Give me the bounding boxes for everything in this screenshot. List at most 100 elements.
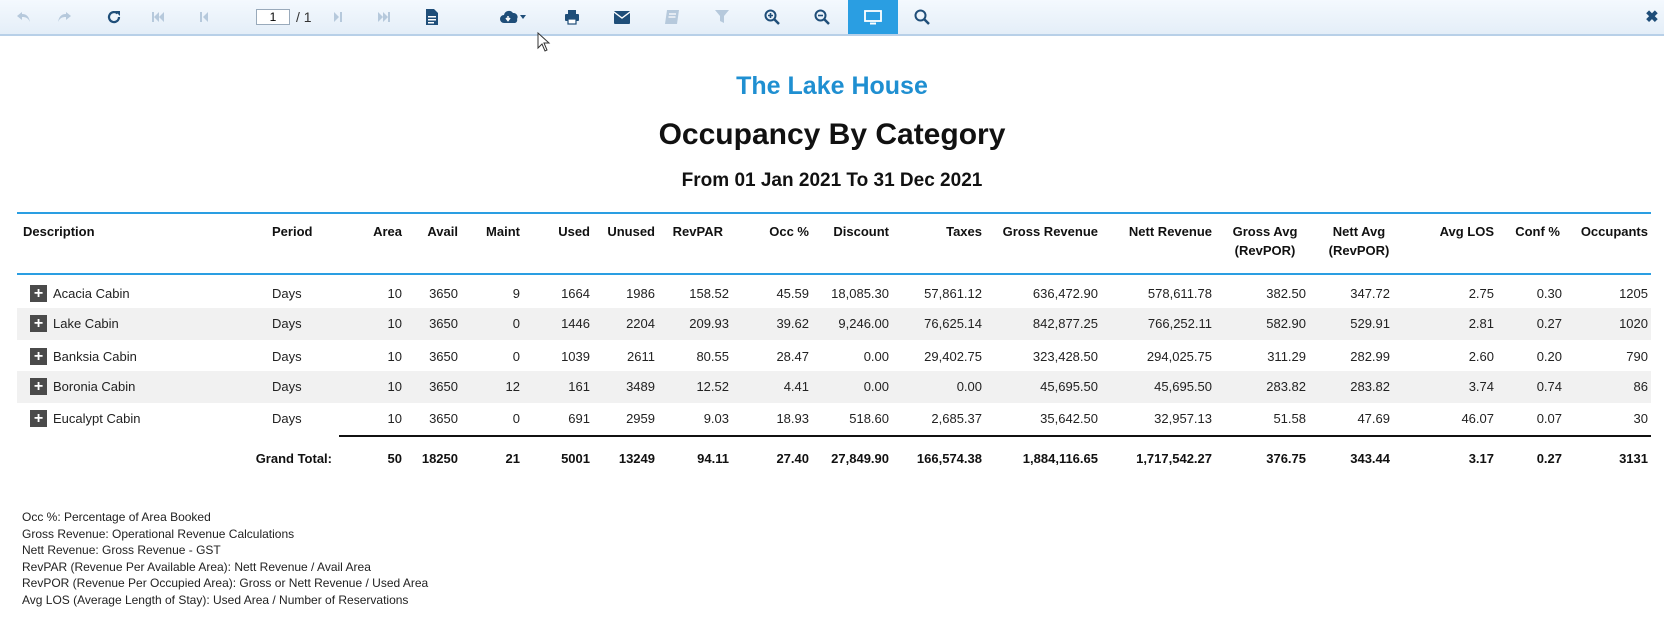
print-icon (565, 10, 579, 25)
search-icon (914, 9, 930, 25)
cell-revpar: 158.52 (689, 286, 729, 301)
cell-description: Lake Cabin (53, 316, 119, 331)
note-line: Avg LOS (Average Length of Stay): Used A… (22, 592, 409, 607)
first-page-icon (152, 12, 164, 22)
cell-occupants: 790 (1626, 349, 1648, 364)
col-unused: Unused (607, 224, 655, 239)
first-page-button[interactable] (134, 0, 182, 34)
col-revpar: RevPAR (672, 224, 723, 239)
cell-revpar: 209.93 (689, 316, 729, 331)
filter-button[interactable] (698, 0, 746, 34)
viewer-toolbar: / 1 ✖ (0, 0, 1664, 36)
view-mode-icon (864, 9, 882, 24)
document-icon (426, 9, 438, 25)
page-navigator: / 1 (256, 8, 312, 26)
cell-period: Days (272, 411, 302, 426)
report-date-range: From 01 Jan 2021 To 31 Dec 2021 (681, 170, 983, 191)
note-line: Occ %: Percentage of Area Booked (22, 510, 211, 524)
total-discount: 27,849.90 (831, 451, 889, 466)
print-button[interactable] (548, 0, 596, 34)
cell-occ: 18.93 (776, 411, 809, 426)
col-discount: Discount (833, 224, 889, 239)
cell-nett-avg: 47.69 (1357, 411, 1390, 426)
bookmark-icon (665, 10, 679, 24)
cell-occupants: 1020 (1619, 316, 1648, 331)
close-button[interactable]: ✖ (1640, 0, 1664, 34)
next-page-icon (334, 12, 342, 22)
cell-nett-avg: 529.91 (1350, 316, 1390, 331)
cell-nett-avg: 347.72 (1350, 286, 1390, 301)
col-occ: Occ % (769, 224, 809, 239)
cell-nett-revenue: 32,957.13 (1154, 411, 1212, 426)
cell-description: Eucalypt Cabin (53, 411, 141, 426)
note-line: RevPOR (Revenue Per Occupied Area): Gros… (22, 576, 429, 590)
refresh-button[interactable] (90, 0, 138, 34)
export-button[interactable] (488, 0, 540, 34)
cell-nett-avg: 283.82 (1350, 379, 1390, 394)
expand-row-icon[interactable]: + (30, 285, 47, 302)
cell-gross-avg: 382.50 (1266, 286, 1306, 301)
cell-description: Banksia Cabin (53, 349, 137, 364)
prev-page-button[interactable] (180, 0, 228, 34)
expand-row-icon[interactable]: + (30, 378, 47, 395)
col-nett-revenue: Nett Revenue (1128, 224, 1212, 239)
expand-row-icon[interactable]: + (30, 410, 47, 427)
last-page-button[interactable] (360, 0, 408, 34)
total-gross-revenue: 1,884,116.65 (1022, 451, 1098, 466)
zoom-in-button[interactable] (748, 0, 796, 34)
note-line: RevPAR (Revenue Per Available Area): Net… (22, 559, 371, 574)
view-mode-button[interactable] (848, 0, 898, 34)
cell-occ: 39.62 (776, 316, 809, 331)
zoom-out-button[interactable] (798, 0, 846, 34)
total-nett-avg: 343.44 (1350, 451, 1390, 466)
zoom-out-icon (814, 9, 830, 25)
zoom-in-icon (764, 9, 780, 25)
cell-revpar: 12.52 (696, 379, 729, 394)
expand-row-icon[interactable]: + (30, 315, 47, 332)
cell-gross-revenue: 636,472.90 (1032, 286, 1098, 301)
col-avail: Avail (427, 224, 458, 239)
cell-conf: 0.07 (1536, 411, 1562, 426)
cell-occ: 28.47 (776, 349, 809, 364)
redo-button[interactable] (40, 0, 88, 34)
page-number-input[interactable] (256, 9, 290, 25)
cell-nett-revenue: 578,611.78 (1147, 286, 1212, 301)
cell-taxes: 0.00 (956, 379, 982, 394)
next-page-button[interactable] (314, 0, 362, 34)
undo-icon (17, 12, 30, 22)
col-description: Description (23, 224, 95, 239)
cell-description: Boronia Cabin (53, 379, 136, 394)
note-line: Gross Revenue: Operational Revenue Calcu… (22, 526, 295, 541)
email-button[interactable] (598, 0, 646, 34)
redo-icon (58, 12, 71, 22)
prev-page-icon (200, 12, 208, 22)
col-nett-avg: Nett Avg (RevPOR) (1328, 224, 1390, 258)
cell-occupants: 86 (1633, 379, 1648, 394)
document-button[interactable] (408, 0, 456, 34)
last-page-icon (378, 12, 390, 22)
cell-nett-revenue: 294,025.75 (1146, 349, 1212, 364)
cell-taxes: 2,685.37 (931, 411, 982, 426)
bookmarks-button[interactable] (648, 0, 696, 34)
refresh-icon (107, 10, 121, 24)
cell-gross-avg: 51.58 (1273, 411, 1306, 426)
cell-gross-avg: 582.90 (1266, 316, 1306, 331)
col-avg-los: Avg LOS (1439, 224, 1494, 239)
cell-period: Days (272, 379, 302, 394)
cell-nett-revenue: 766,252.11 (1147, 316, 1212, 331)
search-button[interactable] (898, 0, 946, 34)
header-top-rule (17, 212, 1651, 214)
cell-gross-avg: 283.82 (1266, 379, 1306, 394)
cell-discount: 0.00 (863, 349, 889, 364)
expand-row-icon[interactable]: + (30, 348, 47, 365)
cell-period: Days (272, 316, 302, 331)
cell-occupants: 30 (1633, 411, 1648, 426)
total-occupants: 3131 (1619, 451, 1648, 466)
col-maint: Maint (486, 224, 520, 239)
cell-description: Acacia Cabin (53, 286, 130, 301)
cell-discount: 518.60 (849, 411, 889, 426)
col-conf: Conf % (1515, 224, 1560, 239)
cell-conf: 0.30 (1536, 286, 1562, 301)
cell-gross-revenue: 45,695.50 (1040, 379, 1098, 394)
cell-revpar: 80.55 (696, 349, 729, 364)
